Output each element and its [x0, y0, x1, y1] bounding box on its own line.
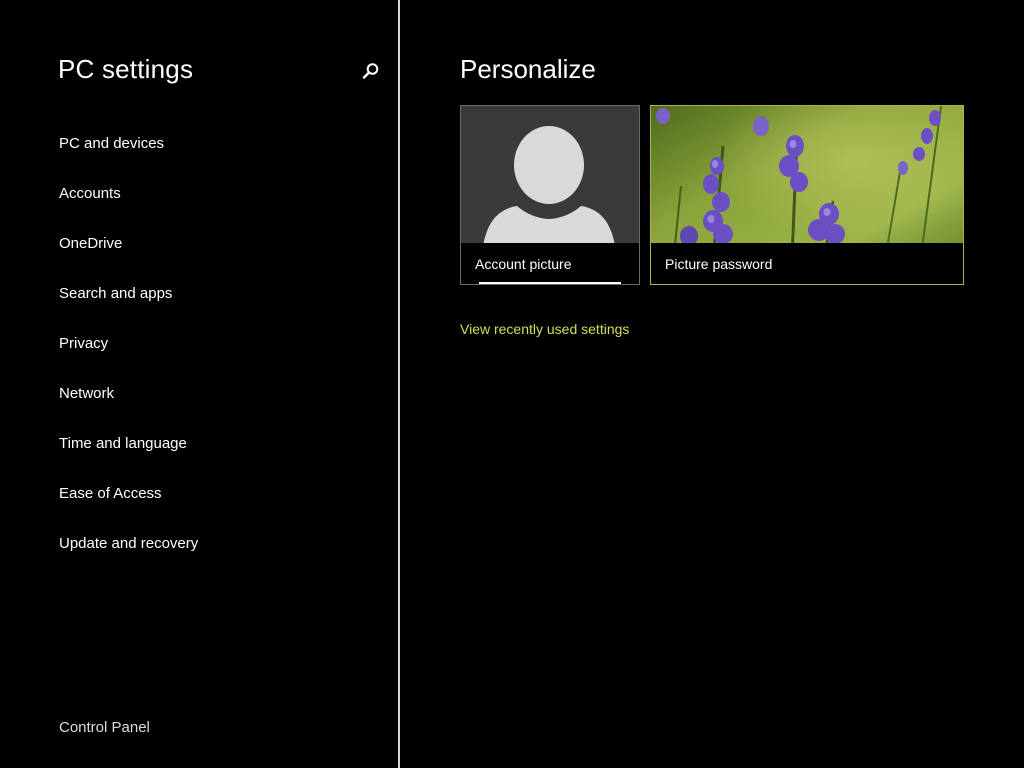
nav-item-network[interactable]: Network	[59, 383, 198, 433]
search-button[interactable]	[360, 60, 382, 82]
nav-item-accounts[interactable]: Accounts	[59, 183, 198, 233]
nav-item-search-and-apps[interactable]: Search and apps	[59, 283, 198, 333]
account-picture-tile[interactable]: Account picture	[460, 105, 640, 285]
page-title: Personalize	[460, 54, 596, 84]
picture-password-label: Picture password	[665, 256, 773, 272]
nav-item-onedrive[interactable]: OneDrive	[59, 233, 198, 283]
search-icon	[362, 63, 379, 79]
control-panel-link[interactable]: Control Panel	[59, 717, 150, 739]
nav-item-update-and-recovery[interactable]: Update and recovery	[59, 533, 198, 583]
nav-item-ease-of-access[interactable]: Ease of Access	[59, 483, 198, 533]
pc-settings-window: PC settings PC and devices Accounts OneD…	[0, 0, 1024, 768]
app-title: PC settings	[58, 54, 194, 84]
nav-item-privacy[interactable]: Privacy	[59, 333, 198, 383]
view-recent-settings-link[interactable]: View recently used settings	[460, 321, 629, 337]
nav-item-time-and-language[interactable]: Time and language	[59, 433, 198, 483]
account-picture-label: Account picture	[475, 256, 572, 272]
pane-divider	[398, 0, 400, 768]
settings-nav-list: PC and devices Accounts OneDrive Search …	[59, 133, 198, 583]
tile-focus-underline	[479, 282, 621, 284]
navigation-pane: PC settings PC and devices Accounts OneD…	[0, 0, 398, 768]
nav-item-pc-and-devices[interactable]: PC and devices	[59, 133, 198, 183]
picture-password-tile[interactable]: Picture password	[650, 105, 964, 285]
